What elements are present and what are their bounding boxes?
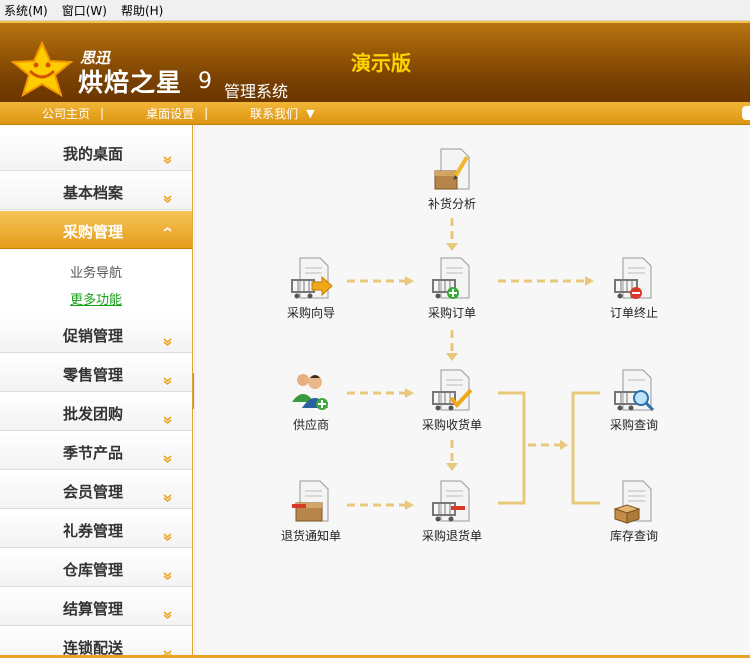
node-label: 采购向导 (286, 306, 335, 320)
sidebar-item-label: 季节产品 (63, 444, 124, 462)
sidebar-item-seasonal[interactable]: 季节产品 (0, 432, 192, 470)
cart-remove-icon (432, 480, 470, 522)
brand-name: 烘焙之星 (78, 68, 183, 97)
sidebar: 我的桌面 基本档案 采购管理 业务导航 更多功能 促销管理 零售管理 批发团购 … (0, 125, 193, 658)
node-purchase-receipt[interactable]: 采购收货单 (407, 368, 497, 433)
star-logo-icon (10, 41, 74, 97)
node-label: 库存查询 (609, 529, 658, 543)
node-return-notice[interactable]: 退货通知单 (266, 479, 356, 544)
node-order-terminate[interactable]: 订单终止 (589, 256, 679, 321)
chevron-down-icon (163, 195, 172, 203)
node-stock-query[interactable]: 库存查询 (589, 479, 679, 544)
sidebar-item-label: 批发团购 (63, 405, 124, 423)
sidebar-item-promotion[interactable]: 促销管理 (0, 315, 192, 353)
sidebar-item-settlement[interactable]: 结算管理 (0, 588, 192, 626)
chevron-down-icon (163, 416, 172, 424)
link-separator: | (204, 106, 209, 120)
sidebar-item-warehouse[interactable]: 仓库管理 (0, 549, 192, 587)
node-purchase-query[interactable]: 采购查询 (589, 368, 679, 433)
inventory-box-icon (613, 480, 652, 524)
sidebar-item-label: 仓库管理 (63, 561, 124, 579)
cart-arrow-icon (291, 257, 333, 299)
chevron-down-icon (163, 156, 172, 164)
sidebar-item-my-desktop[interactable]: 我的桌面 (0, 133, 192, 171)
node-purchase-return[interactable]: 采购退货单 (407, 479, 497, 544)
sidebar-item-label: 结算管理 (63, 600, 124, 618)
sidebar-item-label: 基本档案 (63, 184, 124, 202)
sidebar-item-members[interactable]: 会员管理 (0, 471, 192, 509)
desktop-settings-link[interactable]: 桌面设置 (146, 105, 194, 122)
menu-bar: 系统(M) 窗口(W) 帮助(H) (0, 0, 750, 21)
sidebar-item-vouchers[interactable]: 礼券管理 (0, 510, 192, 548)
user-icon[interactable] (742, 106, 750, 120)
chevron-down-icon (163, 494, 172, 502)
sidebar-item-wholesale[interactable]: 批发团购 (0, 393, 192, 431)
sidebar-item-label: 零售管理 (63, 366, 124, 384)
node-purchase-wizard[interactable]: 采购向导 (266, 256, 356, 321)
users-add-icon (292, 374, 328, 410)
node-label: 采购查询 (609, 418, 658, 432)
cart-add-icon (432, 257, 470, 299)
node-label: 订单终止 (609, 306, 658, 320)
box-return-icon (292, 480, 329, 522)
edition-label: 演示版 (351, 51, 411, 75)
chevron-down-icon (163, 533, 172, 541)
node-label: 供应商 (292, 418, 329, 432)
cart-check-icon (432, 369, 473, 411)
sidebar-item-label: 促销管理 (63, 327, 124, 345)
workflow-canvas: 补货分析 采购向导 采购订单 订单终止 供应商 采购收货单 采购查询 退货通知单… (194, 125, 750, 658)
chevron-down-icon (163, 572, 172, 580)
sidebar-item-chain-distribution[interactable]: 连锁配送 (0, 627, 192, 658)
node-label: 采购订单 (427, 306, 476, 320)
sidebar-item-label: 礼券管理 (63, 522, 124, 540)
company-home-link[interactable]: 公司主页 (42, 105, 90, 122)
box-pencil-icon (434, 148, 470, 190)
chevron-down-icon (163, 611, 172, 619)
node-label: 补货分析 (427, 197, 476, 211)
sidebar-item-basic-files[interactable]: 基本档案 (0, 172, 192, 210)
node-label: 采购退货单 (421, 529, 482, 543)
node-purchase-order[interactable]: 采购订单 (407, 256, 497, 321)
menu-window[interactable]: 窗口(W) (62, 2, 107, 19)
sub-business-nav[interactable]: 业务导航 (70, 262, 122, 281)
quick-links-bar: 公司主页 | 桌面设置 | 联系我们 ▼ (0, 102, 750, 125)
cart-search-icon (614, 369, 655, 412)
node-label: 退货通知单 (280, 529, 341, 543)
node-supplier[interactable]: 供应商 (266, 368, 356, 433)
dropdown-triangle-icon[interactable]: ▼ (306, 107, 314, 120)
chevron-down-icon (163, 338, 172, 346)
chevron-down-icon (163, 377, 172, 385)
contact-us-link[interactable]: 联系我们 (250, 105, 298, 122)
brand-suffix: 管理系统 (224, 82, 289, 101)
cart-stop-icon (614, 257, 652, 299)
node-label: 采购收货单 (421, 418, 482, 432)
brand-version: 9 (198, 69, 212, 94)
sidebar-item-retail[interactable]: 零售管理 (0, 354, 192, 392)
sub-more-functions-link[interactable]: 更多功能 (70, 289, 122, 308)
sidebar-item-label: 会员管理 (63, 483, 124, 501)
link-separator: | (100, 106, 105, 120)
sidebar-item-label: 采购管理 (63, 223, 124, 241)
sidebar-item-label: 我的桌面 (63, 145, 124, 163)
app-header: 思迅 烘焙之星 9 管理系统 演示版 (0, 21, 750, 102)
chevron-down-icon (163, 455, 172, 463)
menu-system[interactable]: 系统(M) (4, 2, 48, 19)
node-restock-analysis[interactable]: 补货分析 (407, 147, 497, 212)
menu-help[interactable]: 帮助(H) (121, 2, 163, 19)
sidebar-item-purchase[interactable]: 采购管理 (0, 211, 192, 249)
chevron-up-icon (163, 227, 172, 232)
